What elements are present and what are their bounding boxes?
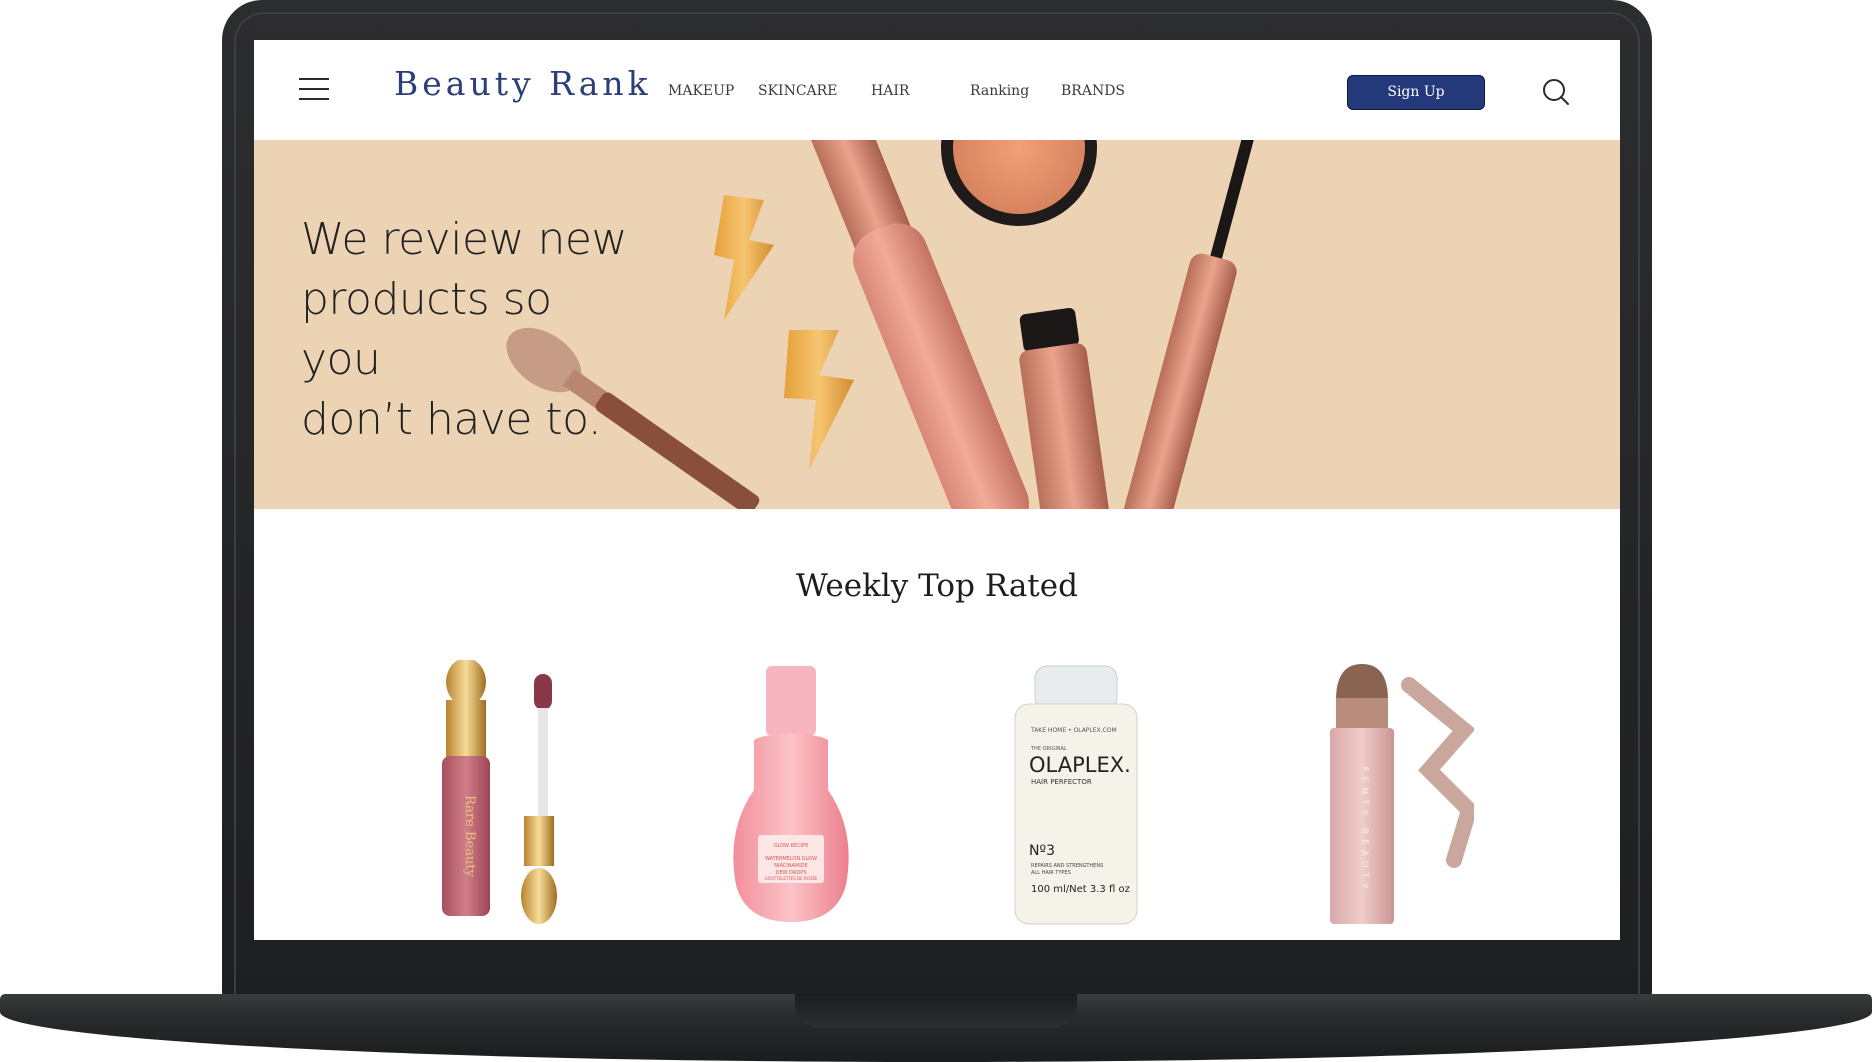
svg-text:Rare Beauty: Rare Beauty (462, 795, 477, 877)
svg-text:OLAPLEX.: OLAPLEX. (1029, 753, 1131, 777)
svg-text:Nº3: Nº3 (1029, 843, 1055, 859)
nav-hair[interactable]: HAIR (871, 83, 909, 99)
hero-headline: We review new products so you don’t have… (301, 210, 641, 450)
product-glow-recipe[interactable]: GLOW RECIPE WATERMELON GLOW NIACINAMIDE … (724, 660, 864, 930)
svg-text:NIACINAMIDE: NIACINAMIDE (774, 863, 807, 869)
nav-ranking[interactable]: Ranking (970, 83, 1029, 99)
site-header: Beauty Rank MAKEUP SKINCARE HAIR Ranking… (254, 40, 1620, 140)
svg-text:THE ORIGINAL: THE ORIGINAL (1030, 746, 1067, 752)
screen: Beauty Rank MAKEUP SKINCARE HAIR Ranking… (254, 40, 1620, 940)
laptop-notch (795, 994, 1077, 1028)
menu-icon[interactable] (299, 78, 329, 100)
svg-text:REPAIRS AND STRENGTHENS: REPAIRS AND STRENGTHENS (1031, 863, 1103, 869)
svg-text:WATERMELON GLOW: WATERMELON GLOW (765, 856, 817, 862)
svg-text:TAKE HOME • OLAPLEX.COM: TAKE HOME • OLAPLEX.COM (1030, 727, 1117, 734)
nav-skincare[interactable]: SKINCARE (758, 83, 837, 99)
hero-line-2: products so you (301, 274, 552, 385)
svg-text:GOUTTELETTES DE ROSÉE: GOUTTELETTES DE ROSÉE (765, 876, 818, 881)
search-icon[interactable] (1542, 78, 1570, 106)
nav-brands[interactable]: BRANDS (1061, 83, 1125, 99)
svg-text:ALL HAIR TYPES: ALL HAIR TYPES (1031, 870, 1071, 876)
product-olaplex[interactable]: TAKE HOME • OLAPLEX.COM THE ORIGINAL OLA… (1009, 660, 1149, 930)
svg-text:GLOW RECIPE: GLOW RECIPE (774, 843, 809, 849)
svg-text:FENTY BEAUTY: FENTY BEAUTY (1359, 766, 1369, 893)
hero-banner: We review new products so you don’t have… (254, 140, 1620, 509)
site-logo[interactable]: Beauty Rank (394, 64, 652, 103)
product-fenty-beauty[interactable]: FENTY BEAUTY (1314, 660, 1474, 930)
product-rare-beauty[interactable]: Rare Beauty (434, 660, 594, 930)
hero-line-3: don’t have to. (301, 394, 602, 445)
section-title: Weekly Top Rated (796, 568, 1078, 604)
hero-line-1: We review new (301, 214, 627, 265)
sign-up-button[interactable]: Sign Up (1347, 75, 1485, 110)
svg-text:HAIR PERFECTOR: HAIR PERFECTOR (1031, 778, 1092, 786)
nav-makeup[interactable]: MAKEUP (668, 83, 734, 99)
svg-text:100 ml/Net 3.3 fl oz: 100 ml/Net 3.3 fl oz (1031, 884, 1130, 895)
